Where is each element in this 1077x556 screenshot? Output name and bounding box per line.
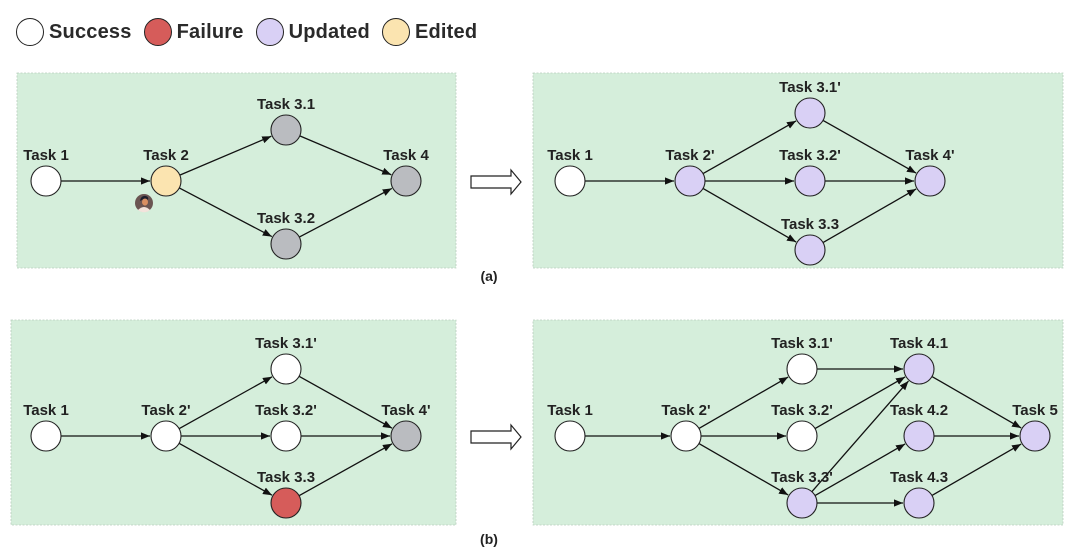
task-label: Task 3.1 bbox=[257, 96, 315, 113]
panel-b-before: Task 1 Task 2' Task 3.1' Task 3.2' Task 3.3 T… bbox=[10, 319, 457, 526]
task-node-circle[interactable] bbox=[390, 165, 422, 197]
task-node-circle[interactable] bbox=[786, 487, 818, 519]
task-node-circle[interactable] bbox=[30, 165, 62, 197]
task-label: Task 4' bbox=[381, 402, 430, 419]
task-node-circle[interactable] bbox=[270, 114, 302, 146]
task-label: Task 2' bbox=[141, 402, 190, 419]
task-label: Task 1 bbox=[547, 147, 593, 164]
task-node-circle[interactable] bbox=[794, 165, 826, 197]
task-label: Task 3.1' bbox=[771, 335, 833, 352]
task-node-circle[interactable] bbox=[30, 420, 62, 452]
task-label: Task 5 bbox=[1012, 402, 1058, 419]
task-label: Task 1 bbox=[23, 402, 69, 419]
task-node-circle[interactable] bbox=[150, 420, 182, 452]
task-label: Task 3.2' bbox=[255, 402, 317, 419]
task-node-circle[interactable] bbox=[903, 420, 935, 452]
task-label: Task 3.2 bbox=[257, 210, 315, 227]
task-node-circle[interactable] bbox=[390, 420, 422, 452]
task-label: Task 2' bbox=[661, 402, 710, 419]
task-label: Task 4 bbox=[383, 147, 429, 164]
panel-background bbox=[532, 72, 1064, 269]
task-node-circle[interactable] bbox=[150, 165, 182, 197]
transition-arrow-a-icon bbox=[470, 168, 522, 196]
task-node-circle[interactable] bbox=[786, 420, 818, 452]
task-label: Task 4' bbox=[905, 147, 954, 164]
task-label: Task 3.1' bbox=[779, 79, 841, 96]
task-label: Task 2' bbox=[665, 147, 714, 164]
task-node-circle[interactable] bbox=[554, 165, 586, 197]
task-node-circle[interactable] bbox=[554, 420, 586, 452]
task-node-circle[interactable] bbox=[903, 353, 935, 385]
task-label: Task 3.2' bbox=[771, 402, 833, 419]
panel-background bbox=[16, 72, 457, 269]
task-label: Task 3.3' bbox=[771, 469, 833, 486]
task-label: Task 1 bbox=[547, 402, 593, 419]
task-label: Task 1 bbox=[23, 147, 69, 164]
transition-arrow-b-icon bbox=[470, 423, 522, 451]
task-label: Task 3.3 bbox=[781, 216, 839, 233]
task-node-circle[interactable] bbox=[674, 165, 706, 197]
task-node-circle[interactable] bbox=[786, 353, 818, 385]
task-node-circle[interactable] bbox=[270, 228, 302, 260]
task-node-circle[interactable] bbox=[903, 487, 935, 519]
task-node-circle[interactable] bbox=[794, 234, 826, 266]
task-label: Task 4.1 bbox=[890, 335, 948, 352]
task-node-circle[interactable] bbox=[1019, 420, 1051, 452]
task-node-circle[interactable] bbox=[794, 97, 826, 129]
task-node-circle[interactable] bbox=[270, 353, 302, 385]
workflow-diagram: Task 1 Task 2Task 3.1Task 3.2Task 4 Task 1… bbox=[10, 72, 1064, 547]
task-node-circle[interactable] bbox=[914, 165, 946, 197]
panel-background bbox=[10, 319, 457, 526]
task-label: Task 4.2 bbox=[890, 402, 948, 419]
task-node-circle[interactable] bbox=[270, 487, 302, 519]
panel-a-after: Task 1 Task 2' Task 3.1' Task 3.2' Task 3.3 T… bbox=[532, 72, 1064, 269]
panel-a-before: Task 1 Task 2 Task 3.1 Task 3.2 Task 4 bbox=[16, 72, 457, 269]
task-node-circle[interactable] bbox=[670, 420, 702, 452]
task-node-circle[interactable] bbox=[270, 420, 302, 452]
task-label: Task 3.1' bbox=[255, 335, 317, 352]
panel-b-after: Task 1 Task 2' Task 3.1' Task 3.2' Task 3.3'… bbox=[532, 319, 1064, 526]
caption-a: (a) bbox=[480, 268, 497, 284]
task-label: Task 4.3 bbox=[890, 469, 948, 486]
task-label: Task 3.2' bbox=[779, 147, 841, 164]
task-label: Task 2 bbox=[143, 147, 189, 164]
task-label: Task 3.3 bbox=[257, 469, 315, 486]
caption-b: (b) bbox=[480, 531, 498, 547]
